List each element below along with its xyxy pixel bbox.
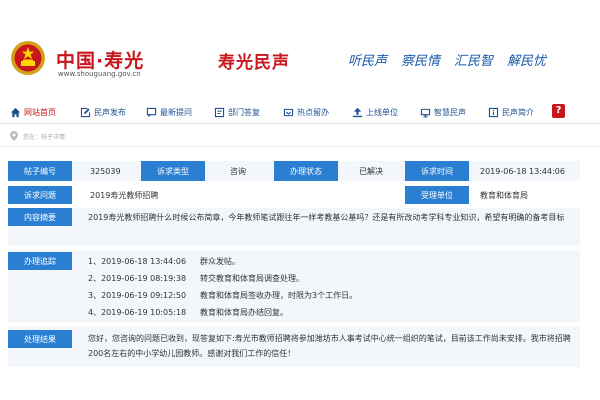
progress-time: 2、2019-06-19 08:19:38 bbox=[88, 274, 187, 283]
progress-item: 1、2019-06-18 13:44:06 群众发帖。 bbox=[88, 256, 240, 267]
content-label: 内容摘要 bbox=[8, 208, 72, 226]
dept-label: 受理单位 bbox=[405, 186, 469, 204]
result-label: 处理结果 bbox=[8, 330, 72, 348]
nav-label: 网站首页 bbox=[24, 107, 56, 117]
status-value: 已解决 bbox=[359, 166, 383, 176]
upload-icon bbox=[352, 107, 363, 117]
content-text: 2019寿光教师招聘什么时候公布简章，今年教师笔试跟往年一样考教基公基吗？还是有… bbox=[88, 213, 565, 222]
reply-icon bbox=[214, 107, 225, 117]
nav-label: 最新提问 bbox=[160, 107, 192, 117]
nav-label: 民声简介 bbox=[502, 107, 534, 117]
site-header: 中国·寿光 www.shouguang.gov.cn 寿光民声 听民声 察民情 … bbox=[0, 0, 600, 92]
app-title: 寿光民声 bbox=[218, 53, 290, 73]
nav-item-units[interactable]: 上线单位 bbox=[352, 103, 398, 121]
nav-label: 智慧民声 bbox=[434, 107, 466, 117]
nav-item-hot[interactable]: 热点留办 bbox=[283, 103, 329, 121]
nav-label: 民声发布 bbox=[94, 107, 126, 117]
smart-icon bbox=[420, 108, 431, 117]
slogans: 听民声 察民情 汇民智 解民忧 bbox=[348, 50, 546, 69]
subject-value: 2019寿光教师招聘 bbox=[90, 190, 159, 200]
time-value: 2019-06-18 13:44:06 bbox=[480, 166, 565, 176]
site-url: www.shouguang.gov.cn bbox=[58, 70, 141, 78]
progress-time: 3、2019-06-19 09:12:50 bbox=[88, 291, 187, 300]
status-label: 办理状态 bbox=[274, 161, 338, 181]
nav-item-publish[interactable]: 民声发布 bbox=[80, 103, 126, 121]
progress-label: 办理追踪 bbox=[8, 252, 72, 270]
hot-icon bbox=[283, 108, 294, 116]
subject-label: 诉求问题 bbox=[8, 186, 72, 204]
info-icon bbox=[488, 107, 499, 117]
nav-item-home[interactable]: 网站首页 bbox=[10, 103, 56, 121]
progress-time: 1、2019-06-18 13:44:06 bbox=[88, 257, 187, 266]
national-emblem-icon bbox=[11, 41, 45, 75]
home-icon bbox=[10, 107, 21, 117]
breadcrumb: 您在：帖子详情 bbox=[10, 128, 65, 144]
slogan-3: 汇民智 bbox=[454, 54, 494, 69]
question-icon bbox=[146, 107, 157, 117]
breadcrumb-text: 您在：帖子详情 bbox=[23, 133, 66, 141]
slogan-2: 察民情 bbox=[401, 54, 441, 69]
nav-item-reply[interactable]: 部门答复 bbox=[214, 103, 260, 121]
type-value: 咨询 bbox=[230, 166, 246, 176]
post-id-label: 帖子编号 bbox=[8, 161, 72, 181]
progress-item: 4、2019-06-19 10:05:18 教育和体育局办结回复。 bbox=[88, 307, 288, 318]
edit-icon bbox=[80, 107, 91, 117]
nav-label: 上线单位 bbox=[366, 107, 398, 117]
site-name: 中国·寿光 bbox=[56, 50, 145, 72]
location-pin-icon bbox=[10, 131, 18, 141]
nav-label: 部门答复 bbox=[228, 107, 260, 117]
help-icon[interactable]: ? bbox=[552, 104, 565, 118]
dept-value: 教育和体育局 bbox=[480, 190, 528, 200]
main-nav: 网站首页 民声发布 最新提问 部门答复 热点留办 上线单位 智慧民声 民声简介 bbox=[0, 100, 600, 124]
progress-text: 教育和体育局签收办理，时限为3个工作日。 bbox=[200, 291, 358, 300]
slogan-4: 解民忧 bbox=[507, 54, 547, 69]
nav-item-latest[interactable]: 最新提问 bbox=[146, 103, 192, 121]
time-label: 诉求时间 bbox=[405, 161, 469, 181]
nav-label: 热点留办 bbox=[297, 107, 329, 117]
progress-time: 4、2019-06-19 10:05:18 bbox=[88, 308, 187, 317]
divider bbox=[0, 146, 600, 147]
progress-text: 转交教育和体育局调查处理。 bbox=[200, 274, 304, 283]
progress-item: 2、2019-06-19 08:19:38 转交教育和体育局调查处理。 bbox=[88, 273, 304, 284]
type-label: 诉求类型 bbox=[141, 161, 205, 181]
progress-text: 群众发帖。 bbox=[200, 257, 240, 266]
nav-item-intro[interactable]: 民声简介 bbox=[488, 103, 534, 121]
result-text: 您好，您咨询的问题已收到，现答复如下:寿光市教师招聘将参加潍坊市人事考试中心统一… bbox=[88, 334, 571, 358]
slogan-1: 听民声 bbox=[348, 54, 388, 69]
post-id-value: 325039 bbox=[90, 166, 121, 176]
nav-item-smart[interactable]: 智慧民声 bbox=[420, 103, 466, 121]
progress-item: 3、2019-06-19 09:12:50 教育和体育局签收办理，时限为3个工作日… bbox=[88, 290, 357, 301]
progress-text: 教育和体育局办结回复。 bbox=[200, 308, 288, 317]
